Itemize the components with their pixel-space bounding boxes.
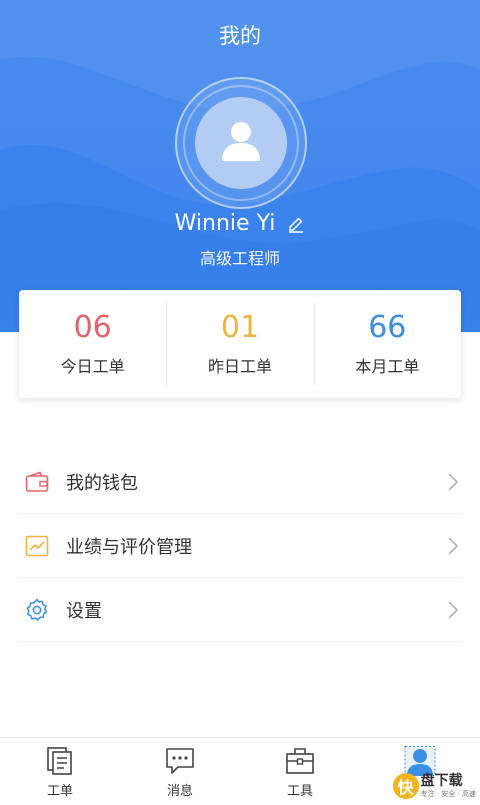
user-name: Winnie Yi [174, 211, 276, 236]
user-name-row: Winnie Yi [0, 211, 480, 236]
page-title: 我的 [219, 24, 261, 48]
message-icon [166, 748, 194, 774]
stat-value: 01 [220, 310, 260, 345]
stat-value: 06 [73, 310, 112, 345]
stat-label: 今日工单 [60, 357, 125, 376]
person-icon [222, 122, 260, 161]
tab-work-orders[interactable]: 工单 [0, 738, 120, 805]
tab-label: 工具 [286, 784, 313, 799]
tab-label: 消息 [166, 784, 193, 799]
menu-item-label: 我的钱包 [66, 472, 138, 494]
chevron-right-icon [448, 473, 459, 491]
menu-item-performance[interactable]: 业绩与评价管理 [19, 514, 461, 578]
watermark-sub-text: 专注 · 安全 · 高速 [420, 789, 476, 798]
profile-icon [404, 746, 436, 776]
watermark-badge: 快 [392, 773, 419, 799]
document-icon [47, 747, 72, 775]
tab-tools[interactable]: 工具 [240, 738, 360, 805]
menu-item-label: 业绩与评价管理 [66, 536, 192, 558]
watermark-main-text: 盘下载 [420, 772, 463, 789]
chevron-right-icon [448, 601, 459, 619]
tab-label: 工单 [46, 784, 73, 799]
menu-item-settings[interactable]: 设置 [19, 578, 461, 642]
tab-messages[interactable]: 消息 [120, 738, 240, 805]
stat-yesterday[interactable]: 01 昨日工单 [166, 290, 313, 398]
watermark-logo: 快 盘下载 专注 · 安全 · 高速 [392, 772, 476, 799]
pencil-icon[interactable] [287, 215, 305, 233]
stats-card: 06 今日工单 01 昨日工单 66 本月工单 [19, 290, 461, 398]
user-role: 高级工程师 [199, 249, 280, 268]
avatar[interactable] [195, 97, 287, 189]
stat-this-month[interactable]: 66 本月工单 [313, 290, 461, 398]
chart-icon [24, 533, 50, 559]
toolbox-icon [286, 748, 314, 774]
menu-item-label: 设置 [66, 600, 102, 622]
settings-menu: 我的钱包 业绩与评价管理 设置 [19, 450, 461, 642]
menu-item-wallet[interactable]: 我的钱包 [19, 450, 461, 514]
stat-today[interactable]: 06 今日工单 [19, 290, 166, 398]
wallet-icon [24, 469, 50, 495]
stat-label: 昨日工单 [207, 357, 272, 376]
stat-value: 66 [368, 310, 407, 345]
profile-header: 我的 Winnie Yi 高级工程师 [0, 0, 480, 332]
stat-label: 本月工单 [355, 357, 420, 376]
chevron-right-icon [448, 537, 459, 555]
gear-icon [24, 597, 50, 623]
